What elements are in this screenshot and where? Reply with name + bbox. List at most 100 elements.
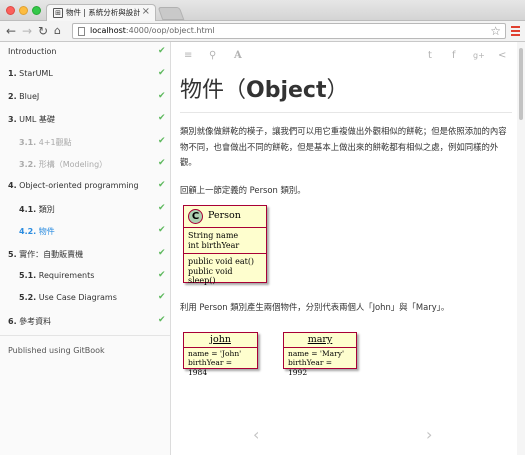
title-prefix: 物件（ bbox=[180, 78, 247, 103]
browser-menu-icon[interactable] bbox=[511, 26, 520, 36]
object-name: mary bbox=[284, 333, 356, 348]
sidebar-item-text: UML 基礎 bbox=[19, 115, 55, 125]
sidebar-item-number: 3.1. bbox=[19, 137, 37, 147]
checkmark-icon: ✔ bbox=[158, 292, 166, 303]
checkmark-icon: ✔ bbox=[158, 90, 166, 101]
sidebar-item[interactable]: 4.1. 類別 ✔ bbox=[0, 199, 170, 221]
checkmark-icon: ✔ bbox=[158, 247, 166, 258]
checkmark-icon: ✔ bbox=[158, 270, 166, 280]
page-title: 物件（Object） bbox=[180, 76, 512, 106]
sidebar-item[interactable]: 5. 實作：自動販賣機 ✔ bbox=[0, 244, 170, 266]
sidebar-item[interactable]: 4. Object-oriented programming ✔ bbox=[0, 176, 170, 198]
sidebar-item-text: 物件 bbox=[38, 227, 55, 237]
sidebar-item-label: 3.1. 4+1觀點 bbox=[19, 137, 72, 148]
sidebar-item[interactable]: 5.1. Requirements ✔ bbox=[0, 266, 170, 288]
sidebar-item-number: 4.2. bbox=[19, 227, 37, 237]
search-icon[interactable]: ⚲ bbox=[209, 50, 216, 62]
gitbook-link[interactable]: Published using GitBook bbox=[8, 346, 105, 355]
sidebar-item-text: 4+1觀點 bbox=[38, 137, 72, 147]
facebook-icon[interactable]: f bbox=[452, 50, 456, 62]
sidebar-item-label: 4. Object-oriented programming bbox=[8, 181, 139, 190]
person-class-diagram: C Person String name int birthYear publi… bbox=[183, 205, 267, 285]
sidebar-item-label: 4.1. 類別 bbox=[19, 204, 55, 215]
sidebar-item[interactable]: Introduction ✔ bbox=[0, 42, 170, 64]
bookmark-star-icon[interactable]: ☆ bbox=[490, 24, 501, 38]
sidebar-item-number: 4.1. bbox=[19, 204, 37, 214]
intro-paragraph: 類別就像做餅乾的模子，讓我們可以用它重複做出外觀相似的餅乾；但是依照添加的內容物… bbox=[180, 126, 507, 167]
address-bar[interactable]: localhost:4000/oop/object.html ☆ bbox=[72, 23, 506, 39]
browser-toolbar: ← → ↻ ⌂ localhost:4000/oop/object.html ☆ bbox=[0, 21, 525, 42]
object-fields: name = 'John' birthYear = 1984 bbox=[184, 348, 257, 379]
class-badge-icon: C bbox=[188, 209, 203, 224]
checkmark-icon: ✔ bbox=[158, 202, 166, 213]
share-icon[interactable]: < bbox=[498, 50, 506, 62]
sidebar-item-label: 3. UML 基礎 bbox=[8, 114, 55, 125]
font-settings-icon[interactable]: A bbox=[234, 50, 242, 62]
sidebar-item[interactable]: 2. BlueJ ✔ bbox=[0, 87, 170, 109]
forward-arrow-icon[interactable]: → bbox=[22, 23, 32, 39]
menu-toggle-icon[interactable]: ≡ bbox=[184, 50, 192, 62]
twitter-icon[interactable]: t bbox=[428, 50, 432, 62]
sidebar-item-text: StarUML bbox=[19, 69, 53, 79]
sidebar-item-number: 5. bbox=[8, 249, 17, 259]
mary-object-diagram: mary name = 'Mary' birthYear = 1992 bbox=[283, 332, 357, 377]
sidebar-item-number: 1. bbox=[8, 69, 17, 79]
google-plus-icon[interactable]: g+ bbox=[473, 50, 485, 62]
class-header: C Person bbox=[184, 206, 266, 228]
next-page-chevron-icon[interactable]: › bbox=[426, 425, 432, 444]
back-arrow-icon[interactable]: ← bbox=[6, 23, 16, 39]
page-scrollbar[interactable] bbox=[517, 42, 525, 455]
minimize-window-button[interactable] bbox=[19, 6, 28, 15]
sidebar-item-number: 3.2. bbox=[19, 160, 37, 169]
close-window-button[interactable] bbox=[6, 6, 15, 15]
tab-close-icon[interactable]: × bbox=[142, 6, 150, 17]
previous-page-chevron-icon[interactable]: ‹ bbox=[253, 425, 259, 444]
sidebar-item[interactable]: 3. UML 基礎 ✔ bbox=[0, 109, 170, 131]
sidebar-item-label: 5.2. Use Case Diagrams bbox=[19, 293, 117, 302]
object-field: birthYear = 1992 bbox=[288, 358, 333, 377]
sidebar-divider bbox=[0, 335, 170, 336]
page-content: 物件（Object） 類別就像做餅乾的模子，讓我們可以用它重複做出外觀相似的餅乾… bbox=[180, 76, 512, 198]
sidebar-item-number: 4. bbox=[8, 181, 17, 191]
new-tab-button[interactable] bbox=[157, 7, 185, 20]
sidebar-item-text: 實作：自動販賣機 bbox=[19, 249, 84, 259]
sidebar-item-number: 2. bbox=[8, 91, 17, 101]
sidebar-item-number: 3. bbox=[8, 115, 17, 125]
tab-title: 物件 | 系統分析與設計 bbox=[66, 8, 140, 17]
book-favicon-icon: ⊞ bbox=[53, 8, 63, 18]
sidebar-item[interactable]: 6. 參考資料 ✔ bbox=[0, 311, 170, 333]
sidebar-item-number: 5.2. bbox=[19, 293, 37, 303]
checkmark-icon: ✔ bbox=[158, 113, 166, 124]
sidebar-item-number: 6. bbox=[8, 316, 17, 326]
sidebar-item-label: 1. StarUML bbox=[8, 69, 53, 78]
class-attributes: String name int birthYear bbox=[184, 228, 266, 253]
home-icon[interactable]: ⌂ bbox=[54, 23, 61, 39]
sidebar-item-label: 5. 實作：自動販賣機 bbox=[8, 249, 83, 260]
url-host: localhost bbox=[90, 26, 126, 35]
title-keyword: Object bbox=[246, 78, 327, 103]
sidebar-item[interactable]: 1. StarUML ✔ bbox=[0, 64, 170, 86]
sidebar-item[interactable]: 3.2. 形構（Modeling） ✔ bbox=[0, 154, 170, 176]
sidebar-item-text: Object-oriented programming bbox=[19, 181, 139, 191]
object-field: name = 'John' bbox=[188, 349, 242, 358]
sidebar-item-text: Introduction bbox=[8, 47, 57, 56]
class-method: public void eat() bbox=[188, 257, 255, 266]
checkmark-icon: ✔ bbox=[158, 135, 166, 146]
sidebar-item[interactable]: 3.1. 4+1觀點 ✔ bbox=[0, 132, 170, 154]
sidebar-item-text: 類別 bbox=[38, 204, 55, 214]
sidebar-item-label: 6. 參考資料 bbox=[8, 316, 51, 327]
objects-paragraph: 利用 Person 類別產生兩個物件，分別代表兩個人「John」與「Mary」。 bbox=[180, 302, 450, 312]
class-attribute: String name bbox=[188, 231, 239, 240]
zoom-window-button[interactable] bbox=[32, 6, 41, 15]
sidebar-item-text: 參考資料 bbox=[19, 316, 52, 326]
sidebar-item[interactable]: 5.2. Use Case Diagrams ✔ bbox=[0, 288, 170, 310]
sidebar-item[interactable]: 4.2. 物件 ✔ bbox=[0, 221, 170, 243]
reload-icon[interactable]: ↻ bbox=[38, 23, 48, 39]
scrollbar-thumb[interactable] bbox=[519, 48, 523, 120]
url-text[interactable]: localhost:4000/oop/object.html bbox=[90, 26, 215, 35]
checkmark-icon: ✔ bbox=[158, 180, 166, 191]
recap-paragraph: 回顧上一節定義的 Person 類別。 bbox=[180, 184, 306, 195]
browser-tab[interactable]: ⊞ 物件 | 系統分析與設計 × bbox=[46, 4, 156, 21]
book-header: ≡ ⚲ A t f g+ < bbox=[172, 42, 520, 70]
sidebar-item-text: Requirements bbox=[38, 271, 95, 280]
